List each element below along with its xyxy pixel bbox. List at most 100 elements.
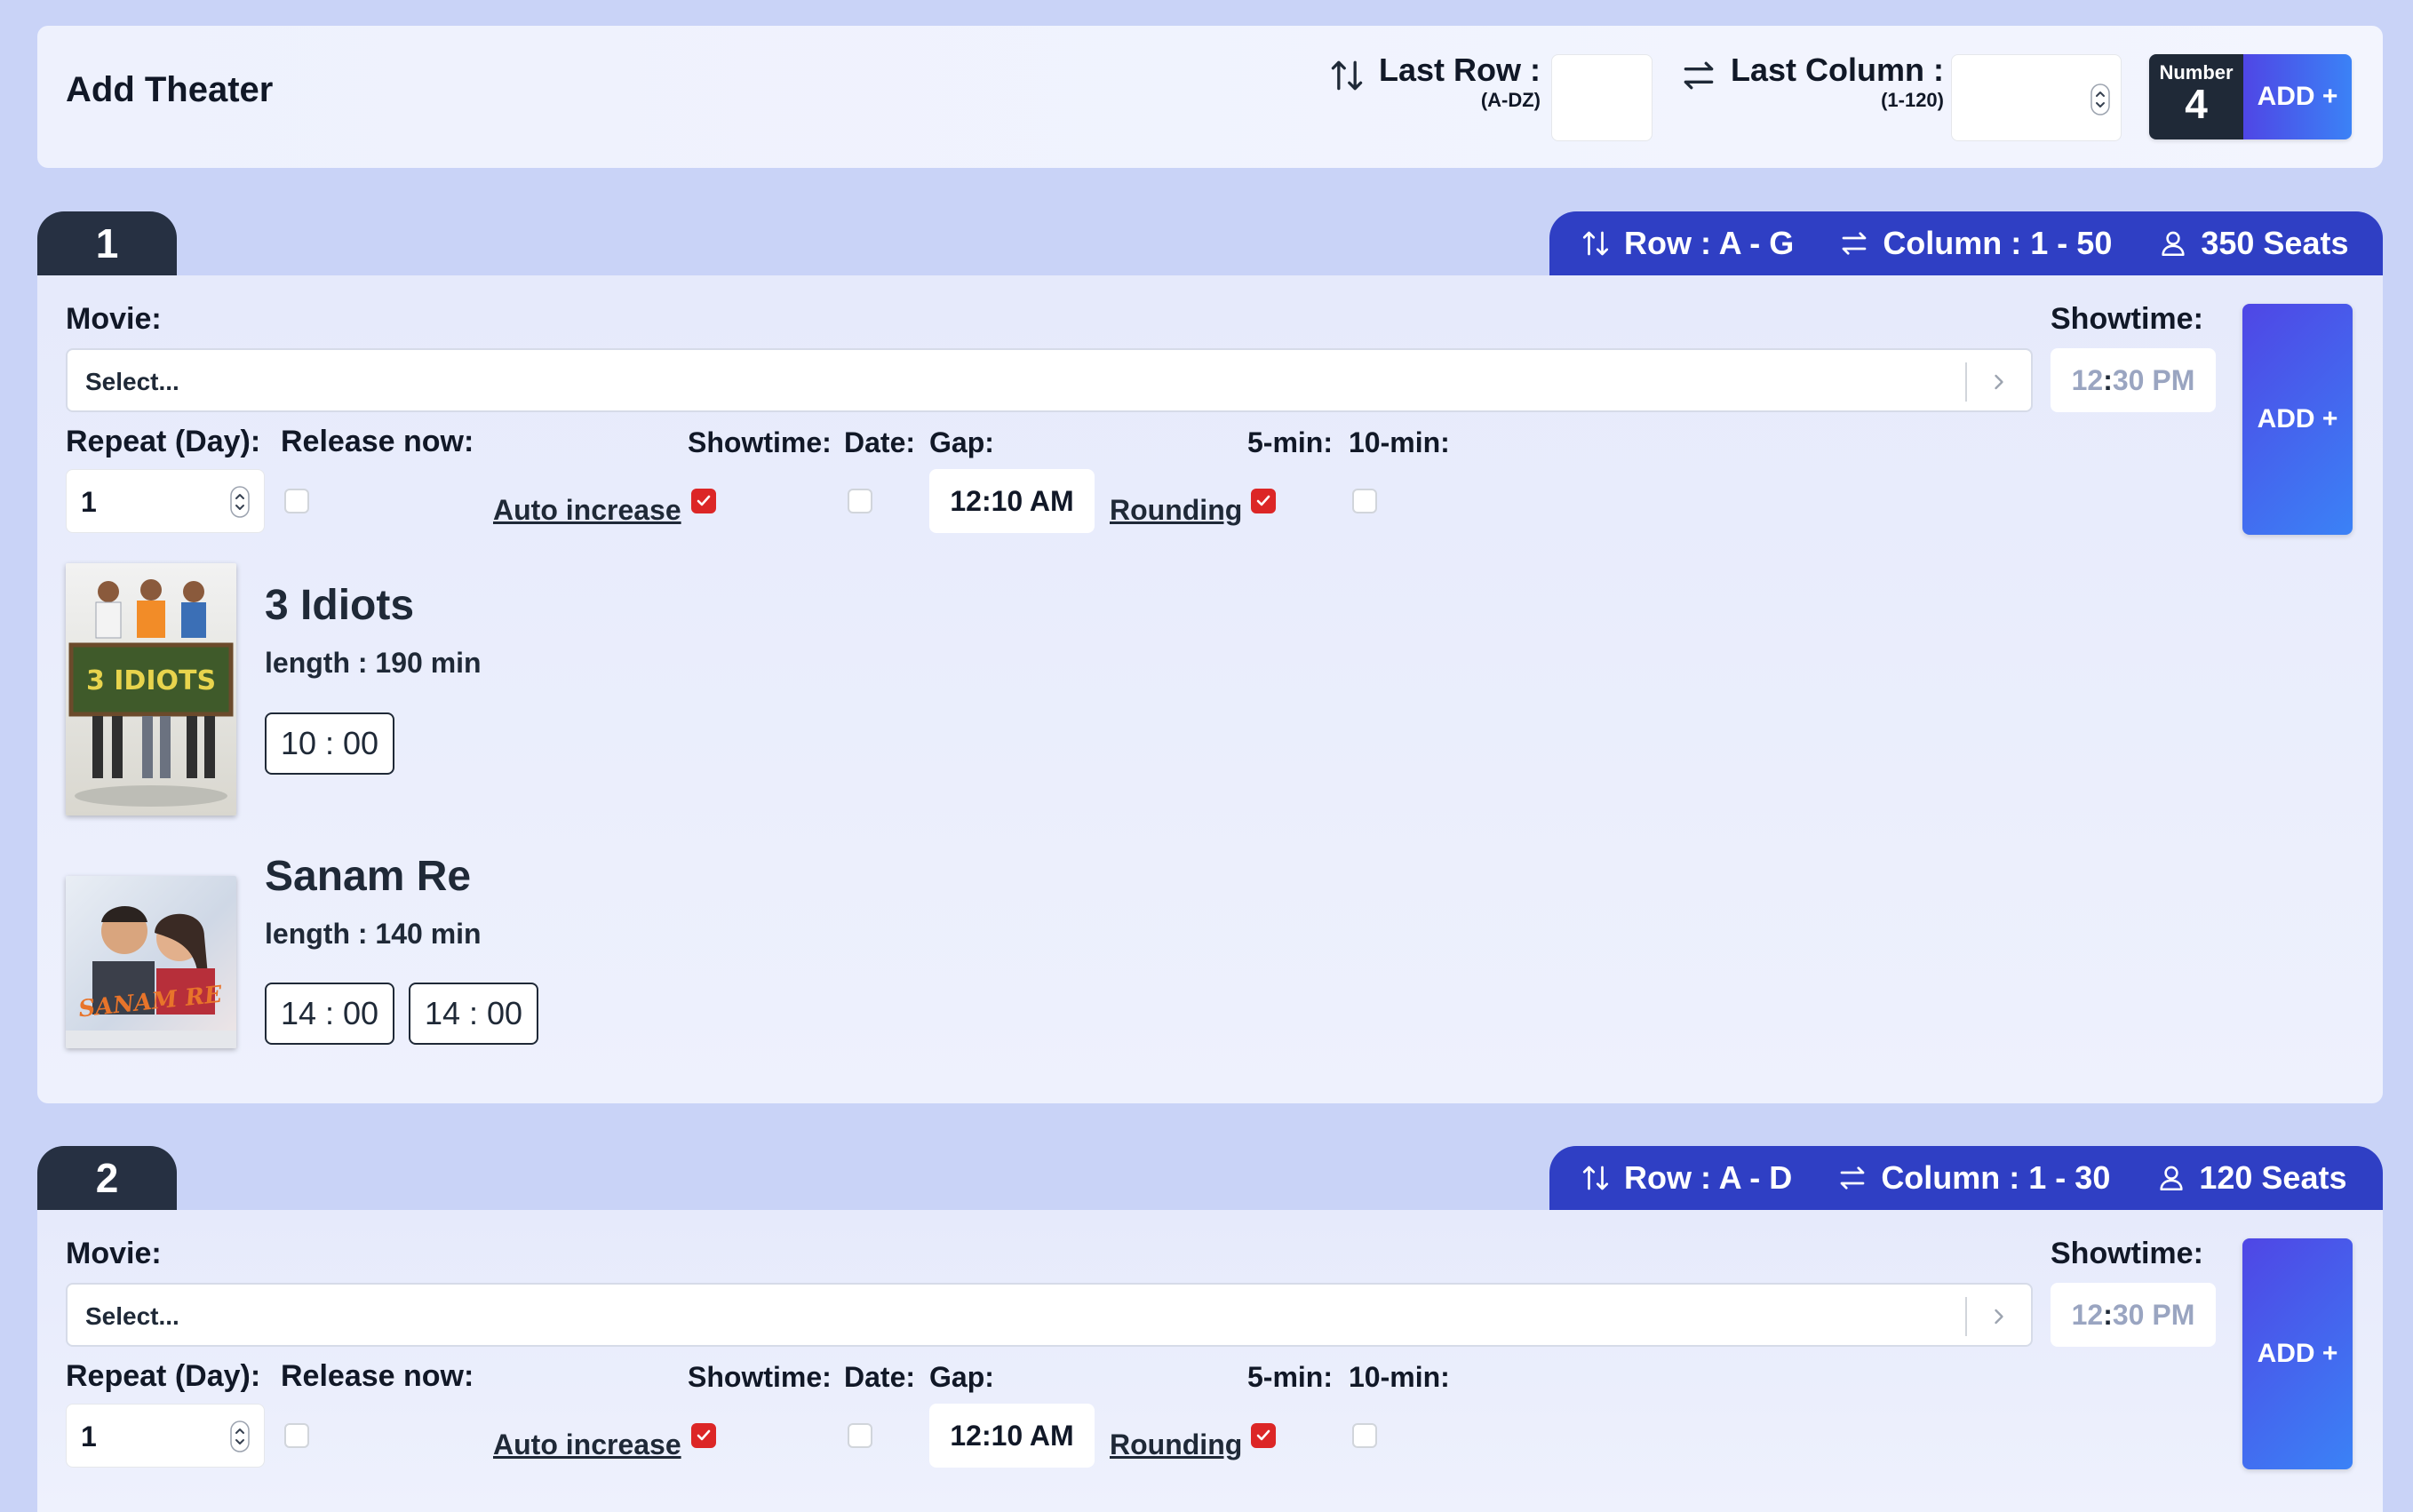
select-separator — [1965, 362, 1967, 402]
movie-select[interactable]: Select... — [66, 1283, 2033, 1347]
arrows-left-right-icon — [1684, 61, 1714, 90]
showtime-minute: 30 PM — [2112, 364, 2195, 396]
repeat-label: Repeat (Day): — [66, 1359, 261, 1393]
theater-info-bar: Row : A - D Column : 1 - 30 120 Seats — [1549, 1146, 2383, 1210]
movie-title: 3 Idiots — [265, 582, 415, 629]
showtime-check-label: Showtime: — [688, 1361, 832, 1393]
five-min-checkbox[interactable] — [1251, 489, 1276, 513]
theater-panel: Movie: Select... Showtime: 12:30 PM ADD … — [37, 1210, 2383, 1512]
checkmark-icon — [1256, 1429, 1270, 1441]
arrows-up-down-icon — [1582, 1166, 1609, 1190]
five-min-label: 5-min: — [1247, 426, 1333, 458]
last-column-group: Last Column : (1-120) — [1679, 51, 1944, 111]
showtime-label: Showtime: — [2051, 302, 2203, 336]
repeat-days-input[interactable]: 1 — [66, 469, 265, 533]
seats-info-text: 350 Seats — [2201, 225, 2349, 261]
date-auto-checkbox[interactable] — [848, 489, 872, 513]
spinner-icon[interactable] — [230, 486, 250, 518]
repeat-days-value: 1 — [81, 1420, 97, 1452]
gap-input[interactable]: 12:10 AM — [929, 1404, 1095, 1468]
date-label: Date: — [844, 426, 916, 458]
movie-select-placeholder: Select... — [85, 368, 179, 395]
last-column-input[interactable] — [1951, 54, 2122, 141]
date-auto-checkbox[interactable] — [848, 1423, 872, 1448]
showtime-auto-checkbox[interactable] — [691, 489, 716, 513]
ten-min-label: 10-min: — [1349, 426, 1450, 458]
auto-increase-link[interactable]: Auto increase — [493, 1428, 681, 1461]
five-min-checkbox[interactable] — [1251, 1423, 1276, 1448]
arrows-up-down-icon — [1582, 231, 1609, 256]
add-showtime-button[interactable]: ADD + — [2242, 304, 2353, 535]
theater-number-tab: 1 — [37, 211, 177, 275]
arrows-left-right-icon — [1840, 1166, 1865, 1190]
showtime-auto-checkbox[interactable] — [691, 1423, 716, 1448]
checkmark-icon — [1256, 495, 1270, 506]
chevron-right-icon[interactable] — [1987, 370, 2011, 394]
release-now-label: Release now: — [281, 1359, 474, 1393]
add-showtime-button[interactable]: ADD + — [2242, 1238, 2353, 1469]
row-info: Row : A - D — [1580, 1159, 1792, 1197]
theater-section-2: 2 Row : A - D Column : 1 - 30 120 Seats … — [37, 1146, 2383, 1512]
rounding-link[interactable]: Rounding — [1110, 494, 1242, 527]
release-now-checkbox[interactable] — [284, 1423, 309, 1448]
page-title: Add Theater — [66, 70, 274, 109]
gap-label: Gap: — [929, 426, 994, 458]
repeat-days-value: 1 — [81, 486, 97, 518]
spinner-icon[interactable] — [230, 1420, 250, 1452]
number-add-button[interactable]: Number 4 ADD + — [2149, 54, 2352, 139]
last-column-range: (1-120) — [1881, 89, 1944, 111]
theater-info-bar: Row : A - G Column : 1 - 50 350 Seats — [1549, 211, 2383, 275]
add-theater-header: Add Theater Last Row : (A-DZ) Last Colum… — [37, 26, 2383, 168]
movie-label: Movie: — [66, 302, 162, 336]
movie-length: length : 140 min — [265, 918, 482, 950]
arrows-left-right-icon — [1842, 232, 1867, 255]
showtime-check-label: Showtime: — [688, 426, 832, 458]
showtime-minute: 30 PM — [2112, 1299, 2195, 1331]
repeat-label: Repeat (Day): — [66, 425, 261, 458]
seats-info-text: 120 Seats — [2199, 1159, 2347, 1196]
showtime-chip[interactable]: 14 : 00 — [265, 983, 394, 1045]
ten-min-checkbox[interactable] — [1352, 489, 1377, 513]
release-now-checkbox[interactable] — [284, 489, 309, 513]
showtime-chip[interactable]: 14 : 00 — [409, 983, 538, 1045]
showtime-hour: 12 — [2071, 1299, 2104, 1331]
rounding-link[interactable]: Rounding — [1110, 1428, 1242, 1461]
add-theater-button[interactable]: ADD + — [2243, 54, 2352, 139]
seats-info: 120 Seats — [2156, 1159, 2346, 1197]
repeat-days-input[interactable]: 1 — [66, 1404, 265, 1468]
checkmark-icon — [697, 1429, 711, 1441]
column-info: Column : 1 - 50 — [1838, 225, 2112, 262]
last-row-input[interactable] — [1551, 54, 1652, 141]
movie-select[interactable]: Select... — [66, 348, 2033, 412]
last-column-label: Last Column : — [1731, 52, 1944, 88]
chevron-right-icon[interactable] — [1987, 1304, 2011, 1329]
movie-select-placeholder: Select... — [85, 1302, 179, 1330]
column-info: Column : 1 - 30 — [1836, 1159, 2110, 1197]
column-info-text: Column : 1 - 50 — [1883, 225, 2113, 261]
select-separator — [1965, 1297, 1967, 1336]
last-row-label: Last Row : — [1379, 52, 1541, 88]
arrows-up-down-icon — [1331, 60, 1363, 91]
row-info-text: Row : A - D — [1624, 1159, 1793, 1196]
showtime-input[interactable]: 12:30 PM — [2051, 1283, 2216, 1347]
row-info-text: Row : A - G — [1624, 225, 1795, 261]
ten-min-checkbox[interactable] — [1352, 1423, 1377, 1448]
gap-input[interactable]: 12:10 AM — [929, 469, 1095, 533]
checkmark-icon — [697, 495, 711, 506]
movie-length: length : 190 min — [265, 647, 482, 679]
theater-number-tab: 2 — [37, 1146, 177, 1210]
showtime-input[interactable]: 12:30 PM — [2051, 348, 2216, 412]
movie-title: Sanam Re — [265, 853, 472, 900]
user-icon — [2162, 231, 2185, 257]
movie-poster-sanam-re: SANAM RE — [66, 876, 236, 1048]
theater-panel: Movie: Select... Showtime: 12:30 PM ADD … — [37, 275, 2383, 1103]
spinner-icon[interactable] — [2090, 84, 2110, 115]
theater-section-1: 1 Row : A - G Column : 1 - 50 350 Seats … — [37, 211, 2383, 1103]
release-now-label: Release now: — [281, 425, 474, 458]
gap-label: Gap: — [929, 1361, 994, 1393]
last-row-range: (A-DZ) — [1480, 89, 1541, 111]
auto-increase-link[interactable]: Auto increase — [493, 494, 681, 527]
movie-poster-3-idiots: 3 IDIOTS — [66, 563, 236, 816]
showtime-chip[interactable]: 10 : 00 — [265, 712, 394, 775]
column-info-text: Column : 1 - 30 — [1881, 1159, 2111, 1196]
